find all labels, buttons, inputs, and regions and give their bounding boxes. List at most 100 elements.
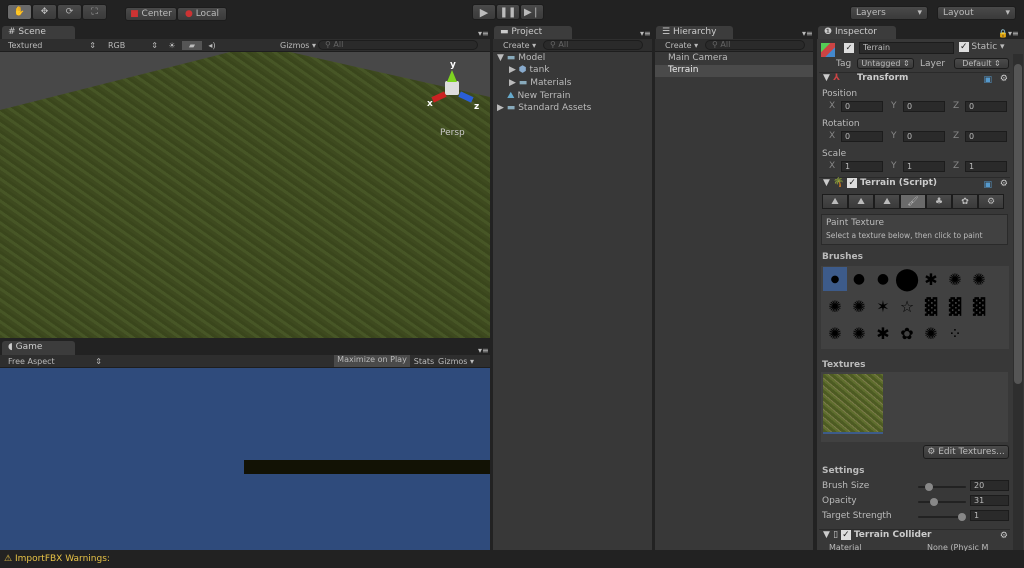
object-name-input[interactable]: Terrain bbox=[859, 42, 954, 54]
lighting-toggle[interactable]: ☀ bbox=[162, 41, 182, 50]
status-bar[interactable]: ⚠ ImportFBX Warnings: bbox=[0, 551, 1024, 568]
panel-menu-icon[interactable]: ▾≡ bbox=[478, 29, 489, 38]
brush-option[interactable]: ✿ bbox=[895, 321, 919, 345]
rot-x-input[interactable]: 0 bbox=[841, 131, 883, 142]
tab-inspector[interactable]: ❶ Inspector bbox=[818, 26, 896, 40]
scene-orientation-gizmo[interactable]: y x z bbox=[427, 60, 479, 114]
scale-tool-button[interactable]: ⛶ bbox=[82, 4, 107, 20]
brush-option[interactable]: ⁘ bbox=[943, 321, 967, 345]
tag-dropdown[interactable]: Untagged ⇕ bbox=[857, 58, 914, 69]
lock-icon[interactable]: 🔒▾≡ bbox=[998, 29, 1019, 38]
brush-option[interactable]: ▓ bbox=[919, 294, 943, 318]
rot-y-input[interactable]: 0 bbox=[903, 131, 945, 142]
brush-option[interactable]: ✺ bbox=[919, 321, 943, 345]
brush-option[interactable]: ✶ bbox=[871, 294, 895, 318]
brush-option[interactable]: ✺ bbox=[823, 294, 847, 318]
brush-option[interactable]: ● bbox=[847, 267, 871, 291]
brush-option[interactable]: ✱ bbox=[871, 321, 895, 345]
static-checkbox[interactable]: ✓ Static ▾ bbox=[959, 42, 1005, 52]
brush-size-slider[interactable] bbox=[918, 483, 966, 491]
gear-icon[interactable]: ⚙ bbox=[1000, 531, 1008, 541]
hierarchy-create-button[interactable]: Create ▾ bbox=[655, 41, 705, 50]
stats-button[interactable]: Stats bbox=[410, 357, 438, 366]
pos-y-input[interactable]: 0 bbox=[903, 101, 945, 112]
terrain-settings-tool[interactable]: ⚙ bbox=[978, 194, 1004, 209]
brush-option[interactable]: ✺ bbox=[847, 294, 871, 318]
paint-height-tool[interactable]: ⛰ bbox=[848, 194, 874, 209]
brush-option[interactable]: ● bbox=[871, 267, 895, 291]
paint-texture-tool[interactable]: 🖌 bbox=[900, 194, 926, 209]
paint-details-tool[interactable]: ✿ bbox=[952, 194, 978, 209]
brush-size-input[interactable]: 20 bbox=[970, 480, 1009, 491]
aspect-dropdown[interactable]: Free Aspect ⇕ bbox=[0, 357, 106, 366]
target-strength-slider[interactable] bbox=[918, 513, 966, 521]
project-create-button[interactable]: Create ▾ bbox=[493, 41, 543, 50]
collider-enabled-checkbox[interactable]: ✓ bbox=[841, 530, 851, 540]
hierarchy-item-main-camera[interactable]: Main Camera bbox=[655, 53, 813, 65]
color-mode-dropdown[interactable]: RGB ⇕ bbox=[100, 41, 162, 50]
opacity-slider[interactable] bbox=[918, 498, 966, 506]
help-icon[interactable]: ▣ bbox=[983, 180, 992, 190]
tab-hierarchy[interactable]: ☰ Hierarchy bbox=[656, 26, 733, 40]
active-checkbox[interactable]: ✓ bbox=[844, 43, 854, 53]
hand-tool-button[interactable]: ✋ bbox=[7, 4, 32, 20]
layer-dropdown[interactable]: Default ⇕ bbox=[954, 58, 1009, 69]
project-item-materials[interactable]: ▶ ▬ Materials bbox=[493, 78, 652, 90]
gizmos-dropdown[interactable]: Gizmos ▾ bbox=[280, 41, 318, 50]
brush-option[interactable]: ✺ bbox=[847, 321, 871, 345]
project-item-model[interactable]: ▼ ▬ Model bbox=[493, 53, 652, 65]
move-tool-button[interactable]: ✥ bbox=[32, 4, 57, 20]
brush-option[interactable]: ✺ bbox=[943, 267, 967, 291]
gear-icon[interactable]: ⚙ bbox=[1000, 179, 1008, 189]
scene-search-input[interactable]: ⚲ All bbox=[318, 40, 478, 50]
pos-x-input[interactable]: 0 bbox=[841, 101, 883, 112]
opacity-input[interactable]: 31 bbox=[970, 495, 1009, 506]
terrain-enabled-checkbox[interactable]: ✓ bbox=[847, 178, 857, 188]
game-gizmos-dropdown[interactable]: Gizmos ▾ bbox=[438, 357, 482, 366]
panel-menu-icon[interactable]: ▾≡ bbox=[802, 29, 813, 38]
layers-dropdown[interactable]: Layers ▾ bbox=[850, 6, 928, 20]
layout-dropdown[interactable]: Layout ▾ bbox=[937, 6, 1016, 20]
brush-option[interactable]: ✺ bbox=[967, 267, 991, 291]
center-button[interactable]: ■ Center bbox=[125, 7, 177, 21]
game-view[interactable] bbox=[0, 368, 490, 550]
project-item-new-terrain[interactable]: ⛰ New Terrain bbox=[493, 91, 652, 103]
tab-scene[interactable]: # Scene bbox=[2, 26, 75, 40]
edit-textures-button[interactable]: ⚙ Edit Textures... bbox=[923, 445, 1009, 459]
scene-view[interactable]: y x z Persp bbox=[0, 52, 490, 338]
brush-option[interactable]: ● bbox=[823, 267, 847, 291]
raise-lower-tool[interactable]: ⛰ bbox=[822, 194, 848, 209]
local-button[interactable]: ● Local bbox=[177, 7, 227, 21]
help-icon[interactable]: ▣ bbox=[983, 75, 992, 85]
pause-button[interactable]: ❚❚ bbox=[496, 4, 520, 20]
brush-option[interactable]: ☆ bbox=[895, 294, 919, 318]
inspector-scrollbar[interactable] bbox=[1013, 54, 1023, 550]
scl-y-input[interactable]: 1 bbox=[903, 161, 945, 172]
project-search-input[interactable]: ⚲ All bbox=[543, 40, 643, 50]
panel-menu-icon[interactable]: ▾≡ bbox=[478, 346, 489, 355]
brush-option[interactable]: ⬤ bbox=[895, 267, 920, 292]
panel-menu-icon[interactable]: ▾≡ bbox=[640, 29, 651, 38]
step-button[interactable]: ▶❘ bbox=[520, 4, 544, 20]
image-toggle[interactable]: ▰ bbox=[182, 40, 202, 50]
scl-x-input[interactable]: 1 bbox=[841, 161, 883, 172]
terrain-script-header[interactable]: ▼ 🌴 ✓ Terrain (Script) ▣ ⚙ bbox=[819, 177, 1010, 193]
pos-z-input[interactable]: 0 bbox=[965, 101, 1007, 112]
place-trees-tool[interactable]: ♣ bbox=[926, 194, 952, 209]
projection-label[interactable]: Persp bbox=[440, 128, 465, 138]
brush-option[interactable]: ▓ bbox=[943, 294, 967, 318]
tab-game[interactable]: ◖ Game bbox=[2, 341, 75, 355]
gear-icon[interactable]: ⚙ bbox=[1000, 74, 1008, 84]
brush-option[interactable]: ▓ bbox=[967, 294, 991, 318]
tab-project[interactable]: ▬ Project bbox=[494, 26, 572, 40]
transform-header[interactable]: ▼ ⅄ Transform ▣ ⚙ bbox=[819, 72, 1010, 88]
brush-option[interactable]: ✱ bbox=[919, 267, 943, 291]
scl-z-input[interactable]: 1 bbox=[965, 161, 1007, 172]
smooth-height-tool[interactable]: ⛰ bbox=[874, 194, 900, 209]
brush-option[interactable]: ✺ bbox=[823, 321, 847, 345]
maximize-on-play-toggle[interactable]: Maximize on Play bbox=[334, 355, 410, 367]
hierarchy-item-terrain[interactable]: Terrain bbox=[655, 65, 813, 77]
render-mode-dropdown[interactable]: Textured ⇕ bbox=[0, 41, 100, 50]
rotate-tool-button[interactable]: ⟳ bbox=[57, 4, 82, 20]
rot-z-input[interactable]: 0 bbox=[965, 131, 1007, 142]
